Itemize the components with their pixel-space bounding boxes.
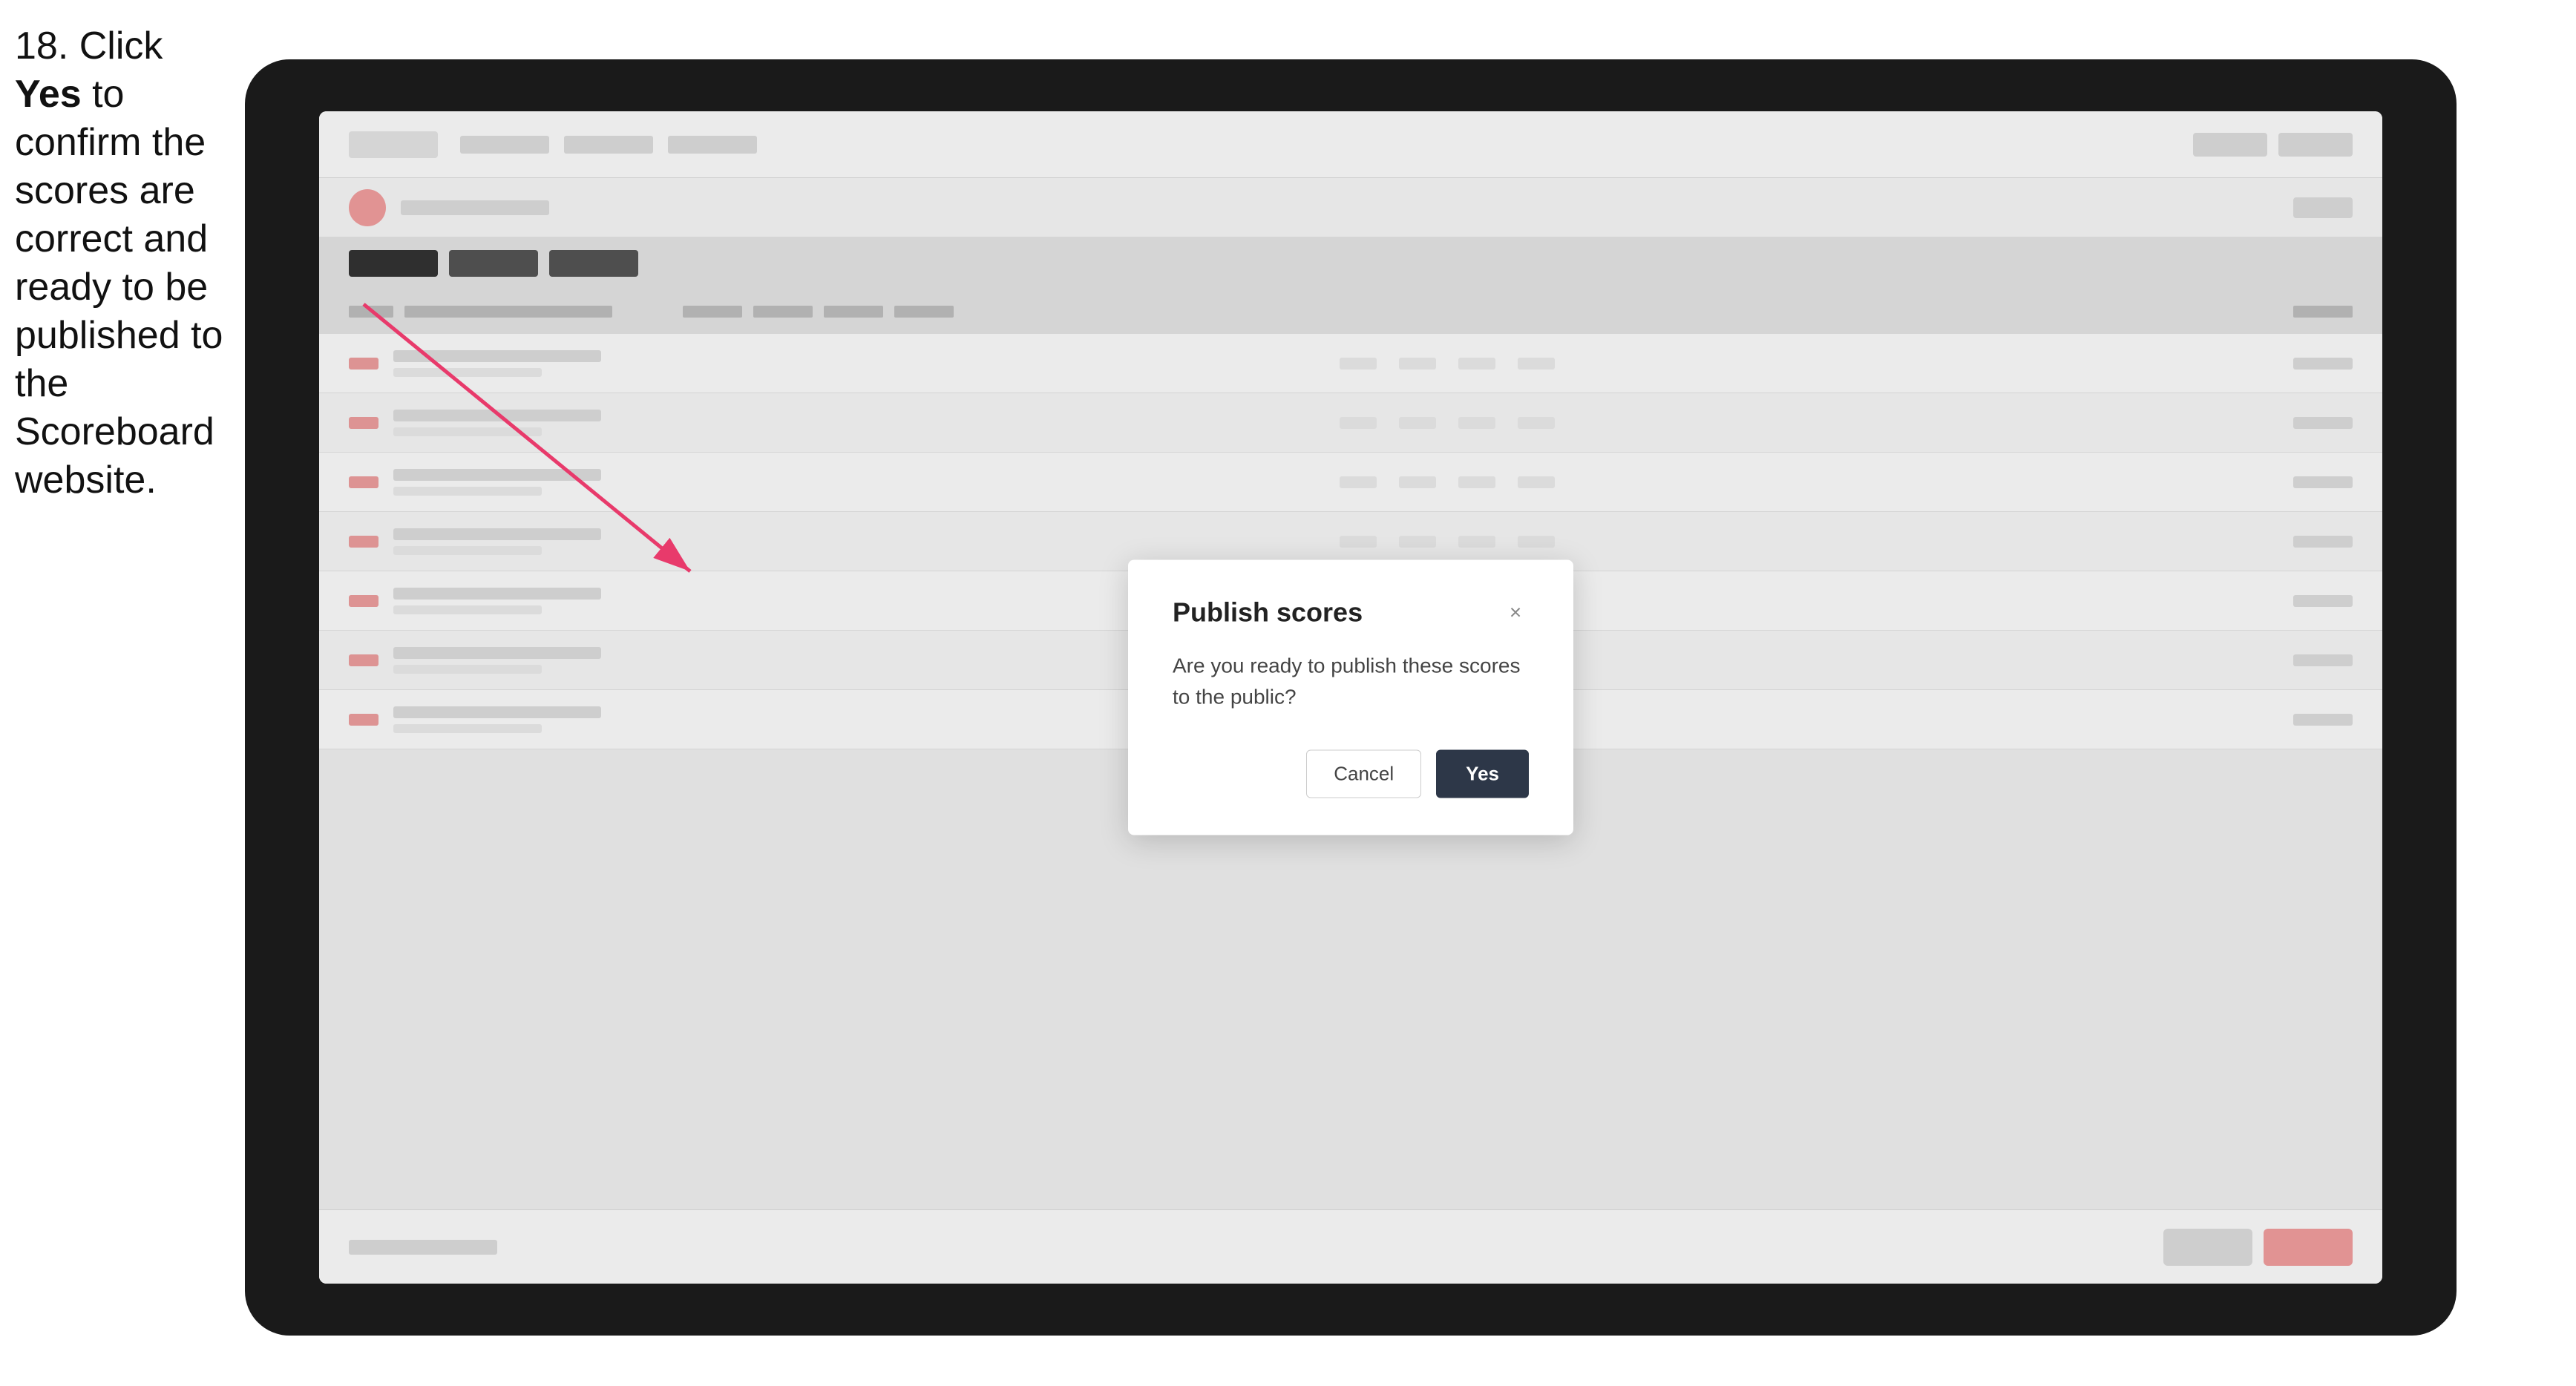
publish-scores-dialog: Publish scores × Are you ready to publis… <box>1128 560 1573 835</box>
tablet-screen: Publish scores × Are you ready to publis… <box>319 111 2382 1284</box>
dialog-close-button[interactable]: × <box>1502 600 1529 626</box>
dialog-footer: Cancel Yes <box>1173 750 1529 798</box>
dialog-title: Publish scores <box>1173 597 1363 628</box>
instruction-text-part2: to confirm the scores are correct and re… <box>15 73 223 502</box>
instruction-bold: Yes <box>15 73 82 116</box>
yes-button[interactable]: Yes <box>1436 750 1529 798</box>
instruction-text: 18. Click Yes to confirm the scores are … <box>15 22 230 505</box>
dialog-body-text: Are you ready to publish these scores to… <box>1173 651 1529 713</box>
instruction-text-part1: Click <box>68 24 163 68</box>
step-number: 18. <box>15 24 68 68</box>
tablet-device: Publish scores × Are you ready to publis… <box>245 59 2457 1336</box>
cancel-button[interactable]: Cancel <box>1306 750 1421 798</box>
dialog-header: Publish scores × <box>1173 597 1529 628</box>
